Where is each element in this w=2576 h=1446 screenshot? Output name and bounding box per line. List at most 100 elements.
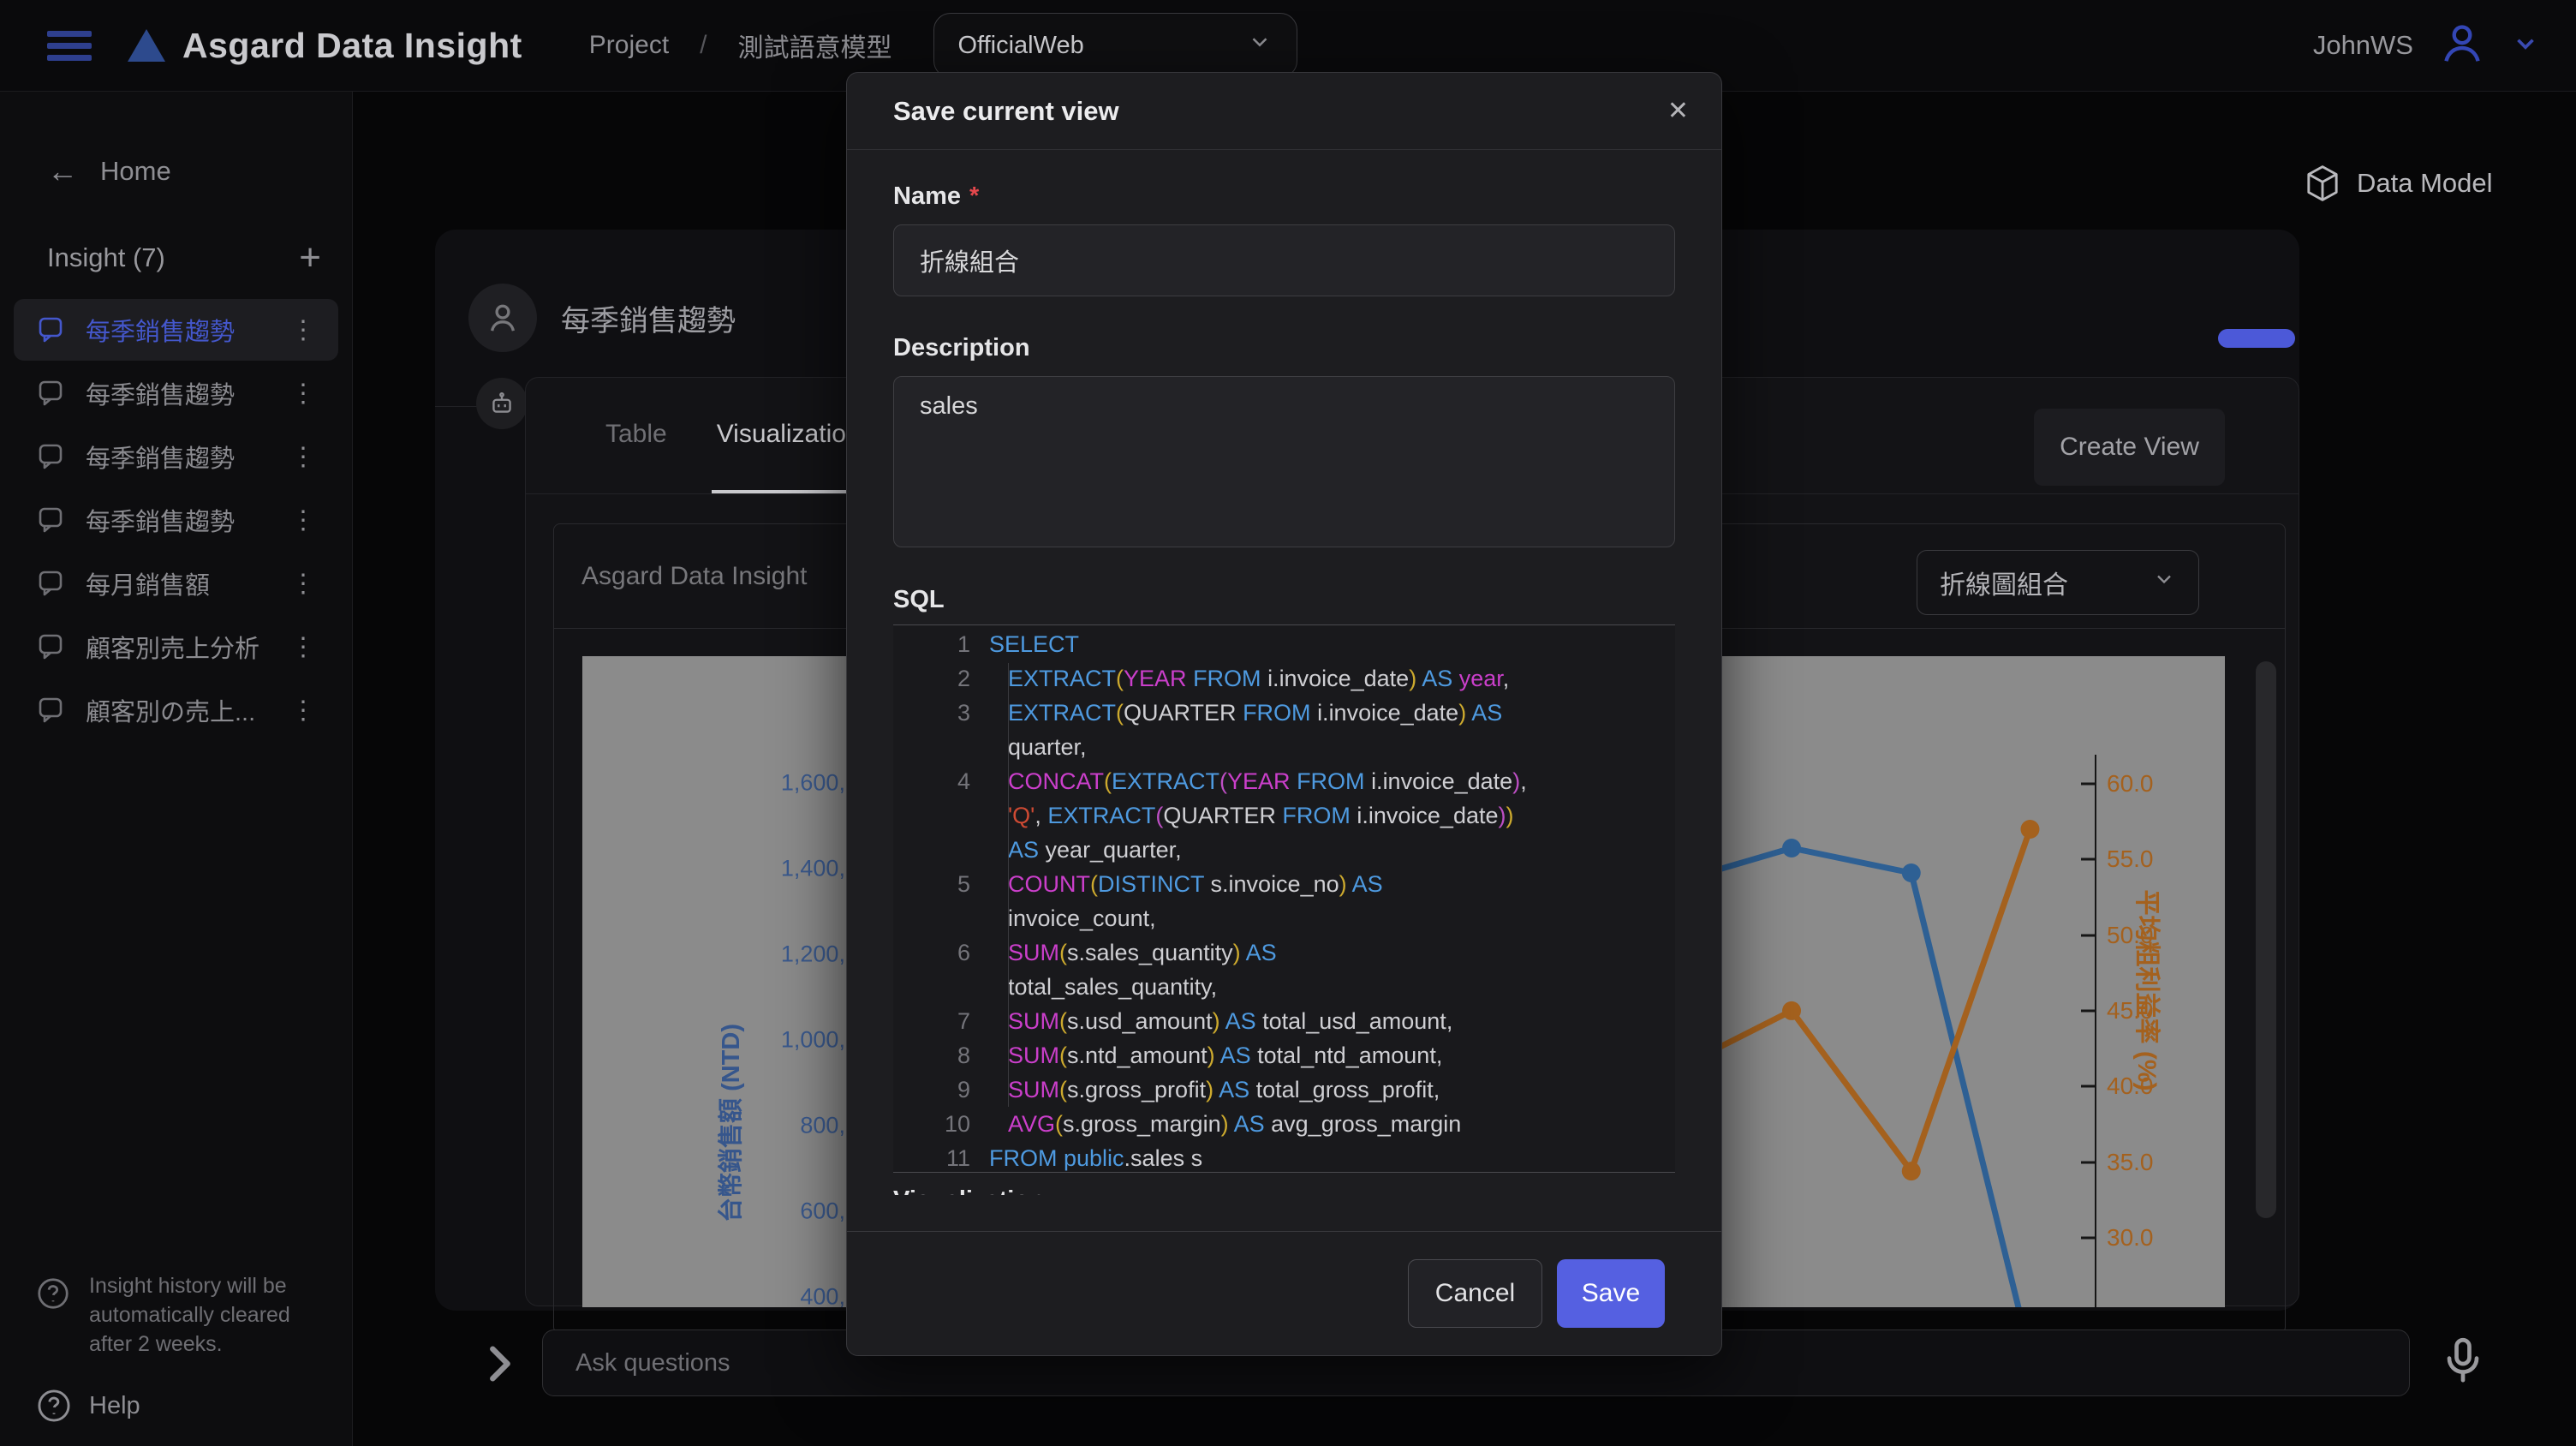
description-textarea[interactable]: sales (893, 376, 1675, 547)
info-question-icon (36, 1276, 70, 1311)
user-name: JohnWS (2313, 30, 2413, 61)
data-point (1902, 1162, 1921, 1180)
history-note-text: Insight history will be automatically cl… (89, 1271, 303, 1359)
chat-bubble-icon (36, 696, 65, 724)
visualization-label: Visualization (893, 1186, 1675, 1195)
sidebar-insight-item[interactable]: 顧客別売上分析 ⋮ (14, 616, 338, 678)
create-view-button[interactable]: Create View (2034, 409, 2225, 486)
bot-avatar (476, 378, 528, 429)
data-point (1782, 1001, 1801, 1020)
help-question-icon (36, 1388, 72, 1424)
insight-item-label: 顧客別売上分析 (86, 629, 259, 665)
sql-code-line: 4CONCAT(EXTRACT(YEAR FROM i.invoice_date… (893, 764, 1675, 798)
insight-item-label: 每季銷售趨勢 (86, 375, 235, 411)
panel-scrollbar[interactable] (2256, 661, 2276, 1218)
chat-bubble-icon (36, 506, 65, 534)
sql-code-line: 5COUNT(DISTINCT s.invoice_no) AS (893, 867, 1675, 901)
sql-code-line: 11FROM public.sales s (893, 1141, 1675, 1173)
modal-title: Save current view (893, 96, 1119, 127)
insight-item-label: 每月銷售額 (86, 565, 210, 601)
person-icon (484, 299, 522, 337)
cube-icon (2305, 165, 2340, 201)
sidebar-section-title: Insight (7) (47, 242, 165, 273)
modal-footer: Cancel Save (847, 1231, 1721, 1355)
close-icon[interactable]: ✕ (1667, 96, 1689, 126)
kebab-menu-icon[interactable]: ⋮ (290, 569, 316, 599)
sql-code-line: 8SUM(s.ntd_amount) AS total_ntd_amount, (893, 1038, 1675, 1073)
name-input[interactable] (893, 224, 1675, 296)
sidebar-insight-item[interactable]: 每季銷售趨勢⋮ (14, 489, 338, 551)
chat-bubble-icon (36, 443, 65, 470)
sql-code-line: total_sales_quantity, (893, 970, 1675, 1004)
kebab-menu-icon[interactable]: ⋮ (290, 442, 316, 472)
chat-bubble-icon (36, 316, 65, 344)
kebab-menu-icon[interactable]: ⋮ (290, 505, 316, 535)
partially-hidden-primary-button[interactable] (2218, 329, 2295, 348)
series-line-margin (1672, 829, 2030, 1171)
indent-guide (1008, 663, 1009, 1107)
expand-chevron-icon[interactable] (480, 1340, 519, 1392)
modal-body: Name* Description sales SQL 1SELECT2EXTR… (847, 150, 1721, 1195)
series-line-ntd (1672, 848, 2030, 1307)
workspace-select[interactable]: OfficialWeb (933, 13, 1297, 78)
help-button[interactable]: Help (36, 1388, 352, 1424)
insight-item-label: 每季銷售趨勢 (86, 439, 235, 475)
kebab-menu-icon[interactable]: ⋮ (290, 696, 316, 726)
user-menu-chevron-icon[interactable] (2511, 29, 2540, 63)
chevron-down-icon (1247, 29, 1273, 62)
sql-code-line: quarter, (893, 730, 1675, 764)
sidebar-insight-item[interactable]: 每季銷售趨勢 ⋮ (14, 426, 338, 487)
insight-item-label: 每季銷售趨勢 (86, 312, 235, 348)
breadcrumb: Project / 測試語意模型 (589, 27, 892, 64)
chat-bubble-icon (36, 633, 65, 660)
app-logo-icon (128, 29, 165, 62)
tab-visualization[interactable]: Visualization (712, 378, 866, 493)
user-avatar-icon[interactable] (2439, 21, 2485, 71)
microphone-icon[interactable] (2441, 1336, 2485, 1395)
sql-code-line: invoice_count, (893, 901, 1675, 935)
breadcrumb-model[interactable]: 測試語意模型 (738, 27, 892, 64)
sidebar-home-button[interactable]: ← Home (47, 153, 352, 189)
breadcrumb-separator: / (700, 31, 707, 60)
add-insight-button[interactable]: + (299, 245, 321, 271)
sidebar-insight-item[interactable]: 每月銷售額 ⋮ (14, 553, 338, 614)
data-point (2020, 820, 2039, 839)
sidebar-insight-item[interactable]: 顧客別の売上... ⋮ (14, 679, 338, 741)
sql-code-line: 1SELECT (893, 627, 1675, 661)
sql-label: SQL (893, 586, 1675, 614)
insight-item-label: 顧客別の売上... (86, 692, 255, 728)
kebab-menu-icon[interactable]: ⋮ (290, 632, 316, 662)
breadcrumb-project[interactable]: Project (589, 31, 669, 60)
sidebar-insight-item[interactable]: 每季銷售趨勢 ⋮ (14, 362, 338, 424)
description-label: Description (893, 334, 1675, 362)
kebab-menu-icon[interactable]: ⋮ (290, 315, 316, 345)
sql-code-line: 'Q', EXTRACT(QUARTER FROM i.invoice_date… (893, 798, 1675, 833)
sql-code-line: 3EXTRACT(QUARTER FROM i.invoice_date) AS (893, 696, 1675, 730)
app-title: Asgard Data Insight (182, 26, 522, 66)
sql-code-line: 9SUM(s.gross_profit) AS total_gross_prof… (893, 1073, 1675, 1107)
kebab-menu-icon[interactable]: ⋮ (290, 379, 316, 409)
data-point (1782, 839, 1801, 857)
sql-code-line: 7SUM(s.usd_amount) AS total_usd_amount, (893, 1004, 1675, 1038)
sql-code-line: 6SUM(s.sales_quantity) AS (893, 935, 1675, 970)
data-point (1902, 863, 1921, 882)
cancel-button[interactable]: Cancel (1408, 1259, 1542, 1328)
sql-code-line: 2EXTRACT(YEAR FROM i.invoice_date) AS ye… (893, 661, 1675, 696)
data-model-button[interactable]: Data Model (2305, 165, 2493, 201)
sidebar-insight-item[interactable]: 每季銷售趨勢 ⋮ (14, 299, 338, 361)
chat-bubble-icon (36, 379, 65, 407)
sidebar: ← Home Insight (7) + 每季銷售趨勢 ⋮ 每季銷售趨勢 ⋮ 每季銷售趨… (0, 92, 353, 1446)
sql-code-line: 10AVG(s.gross_margin) AS avg_gross_margi… (893, 1107, 1675, 1141)
chat-bubble-icon (36, 570, 65, 597)
insight-avatar (468, 284, 537, 352)
back-arrow-icon: ← (47, 153, 78, 189)
robot-icon (487, 389, 516, 418)
tab-table[interactable]: Table (600, 378, 672, 493)
save-view-modal: Save current view ✕ Name* Description sa… (846, 72, 1722, 1356)
hamburger-menu-icon[interactable] (47, 25, 92, 67)
save-button[interactable]: Save (1557, 1259, 1665, 1328)
sql-code[interactable]: 1SELECT2EXTRACT(YEAR FROM i.invoice_date… (893, 624, 1675, 1173)
name-label: Name* (893, 182, 1675, 211)
chart-type-select[interactable]: 折線圖組合 (1917, 550, 2199, 615)
chevron-down-icon (2152, 567, 2176, 598)
